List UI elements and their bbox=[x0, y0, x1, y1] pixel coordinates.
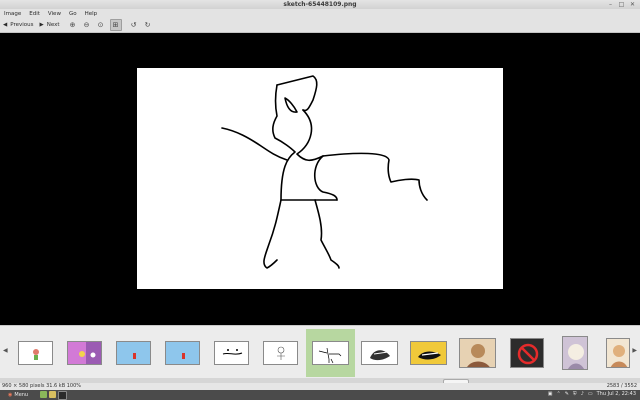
arrow-left-icon: ◀ bbox=[3, 22, 8, 28]
previous-button[interactable]: ◀ Previous bbox=[0, 19, 36, 31]
files-icon[interactable] bbox=[40, 391, 47, 398]
thumb-image bbox=[33, 349, 39, 360]
menubar: Image Edit View Go Help bbox=[0, 9, 640, 18]
thumb-image bbox=[607, 339, 629, 367]
thumb-image bbox=[79, 342, 101, 364]
status-bar: 960 × 580 pixels 31.6 kB 100% 2583 / 355… bbox=[0, 383, 640, 390]
zoom-in-icon[interactable]: ⊕ bbox=[68, 20, 78, 30]
next-label: Next bbox=[46, 22, 60, 28]
thumbnail[interactable] bbox=[67, 341, 102, 365]
clock[interactable]: Thu Jul 2, 22:43 bbox=[597, 391, 636, 397]
thumbnail[interactable] bbox=[562, 336, 588, 370]
image-info: 960 × 580 pixels 31.6 kB 100% bbox=[2, 383, 82, 389]
thumbnail[interactable] bbox=[410, 341, 447, 365]
thumb-image bbox=[517, 343, 539, 365]
thumb-image bbox=[318, 347, 342, 364]
scroll-right-icon[interactable]: ▶ bbox=[632, 347, 637, 354]
zoom-fit-icon[interactable]: ⊞ bbox=[109, 19, 122, 31]
thumb-image bbox=[182, 353, 185, 359]
menu-image[interactable]: Image bbox=[0, 11, 25, 17]
thumb-image bbox=[133, 353, 136, 359]
menu-edit[interactable]: Edit bbox=[25, 11, 44, 17]
taskbar: ◉ Menu ▣ ⌃ ✎ ⛨ ♪ ▭ Thu Jul 2, 22:43 bbox=[0, 390, 640, 400]
thumb-image bbox=[277, 346, 285, 360]
window-titlebar: sketch-65448109.png – □ ✕ bbox=[0, 0, 640, 9]
zoom-out-icon[interactable]: ⊖ bbox=[82, 20, 92, 30]
menu-help[interactable]: Help bbox=[81, 11, 102, 17]
next-button[interactable]: ▶ Next bbox=[36, 19, 62, 31]
network-icon[interactable]: ⌃ bbox=[557, 391, 561, 397]
menu-go[interactable]: Go bbox=[65, 11, 81, 17]
menu-view[interactable]: View bbox=[44, 11, 65, 17]
thumbnail[interactable] bbox=[361, 341, 398, 365]
thumbnail-selected[interactable] bbox=[312, 341, 349, 365]
thumbnail[interactable] bbox=[18, 341, 53, 365]
start-menu-button[interactable]: ◉ Menu bbox=[8, 391, 28, 399]
thumb-image bbox=[563, 337, 587, 369]
thumb-image bbox=[222, 349, 243, 355]
terminal-icon[interactable] bbox=[49, 391, 56, 398]
previous-label: Previous bbox=[10, 22, 34, 28]
battery-icon[interactable]: ▭ bbox=[588, 391, 593, 397]
thumb-image bbox=[370, 350, 390, 361]
thumb-image bbox=[460, 339, 495, 367]
scroll-left-icon[interactable]: ◀ bbox=[3, 347, 8, 354]
system-tray: ▣ ⌃ ✎ ⛨ ♪ ▭ Thu Jul 2, 22:43 bbox=[548, 391, 636, 397]
thumbnail[interactable] bbox=[459, 338, 496, 368]
thumbnail[interactable] bbox=[165, 341, 200, 365]
minimize-button[interactable]: – bbox=[607, 1, 614, 8]
rotate-left-icon[interactable]: ↺ bbox=[129, 20, 139, 30]
arrow-right-icon: ▶ bbox=[39, 22, 44, 28]
thumb-image bbox=[418, 351, 441, 360]
window-list-icon[interactable]: ▣ bbox=[548, 391, 553, 397]
thumbnail[interactable] bbox=[606, 338, 630, 368]
thumbnail-strip: ◀ ▶ bbox=[0, 325, 640, 385]
sketch-image bbox=[137, 68, 503, 289]
pen-icon[interactable]: ✎ bbox=[565, 391, 569, 397]
menu-icon: ◉ bbox=[8, 392, 13, 398]
menu-label: Menu bbox=[14, 392, 29, 398]
close-button[interactable]: ✕ bbox=[629, 1, 636, 8]
image-position: 2583 / 3552 bbox=[606, 383, 637, 389]
thumbnail[interactable] bbox=[263, 341, 298, 365]
toolbar: ◀ Previous ▶ Next ⊕ ⊖ ⊙ ⊞ ↺ ↻ bbox=[0, 18, 640, 33]
zoom-normal-icon[interactable]: ⊙ bbox=[96, 20, 106, 30]
window-title: sketch-65448109.png bbox=[283, 1, 357, 8]
rotate-right-icon[interactable]: ↻ bbox=[143, 20, 153, 30]
sketch-drawing bbox=[221, 75, 428, 269]
launcher-bar bbox=[40, 391, 67, 400]
shield-icon[interactable]: ⛨ bbox=[573, 391, 577, 397]
image-viewer-icon[interactable] bbox=[58, 391, 67, 400]
maximize-button[interactable]: □ bbox=[618, 1, 625, 8]
volume-icon[interactable]: ♪ bbox=[581, 391, 584, 397]
thumbnail[interactable] bbox=[510, 338, 544, 368]
thumbnail[interactable] bbox=[214, 341, 249, 365]
image-viewer[interactable] bbox=[0, 33, 640, 325]
thumbnail[interactable] bbox=[116, 341, 151, 365]
